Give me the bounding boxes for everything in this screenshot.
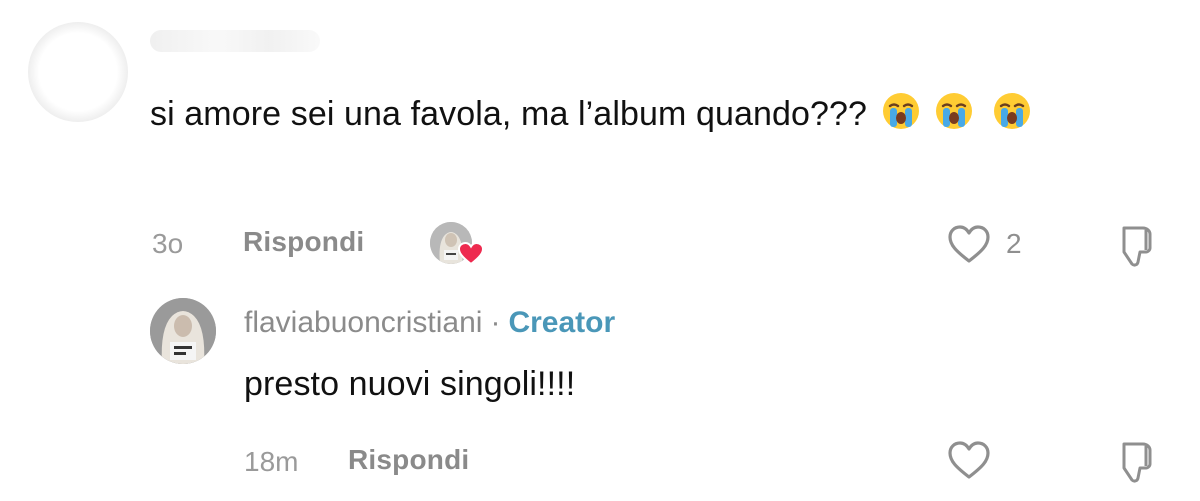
like-count: 2: [1006, 228, 1022, 259]
comment-body: si amore sei una favola, ma l’album quan…: [150, 88, 1160, 140]
commenter-name-redacted: [150, 30, 320, 52]
loudly-crying-face-icon: [881, 91, 921, 131]
separator-dot: ·: [490, 306, 501, 339]
like-heart-icon[interactable]: [946, 222, 992, 266]
reply-header: flaviabuoncristiani · Creator: [244, 306, 615, 340]
comment-text: si amore sei una favola, ma l’album quan…: [150, 95, 868, 133]
heart-badge-icon: [457, 241, 485, 266]
reply-button[interactable]: Rispondi: [243, 226, 364, 258]
loudly-crying-face-icon: [934, 91, 974, 131]
commenter-avatar[interactable]: [28, 22, 128, 122]
creator-badge: Creator: [508, 306, 616, 339]
comment-timestamp: 3o: [152, 228, 184, 259]
reply-reply-button[interactable]: Rispondi: [348, 444, 469, 476]
creator-avatar[interactable]: [150, 298, 216, 364]
reply-text: presto nuovi singoli!!!!: [244, 365, 576, 403]
like-heart-icon[interactable]: [946, 438, 992, 482]
dislike-icon[interactable]: [1110, 436, 1160, 486]
creator-liked-badge: [430, 222, 486, 268]
reply-username[interactable]: flaviabuoncristiani: [244, 306, 482, 339]
dislike-icon[interactable]: [1110, 220, 1160, 270]
reply-timestamp: 18m: [244, 446, 299, 477]
loudly-crying-face-icon: [992, 91, 1032, 131]
